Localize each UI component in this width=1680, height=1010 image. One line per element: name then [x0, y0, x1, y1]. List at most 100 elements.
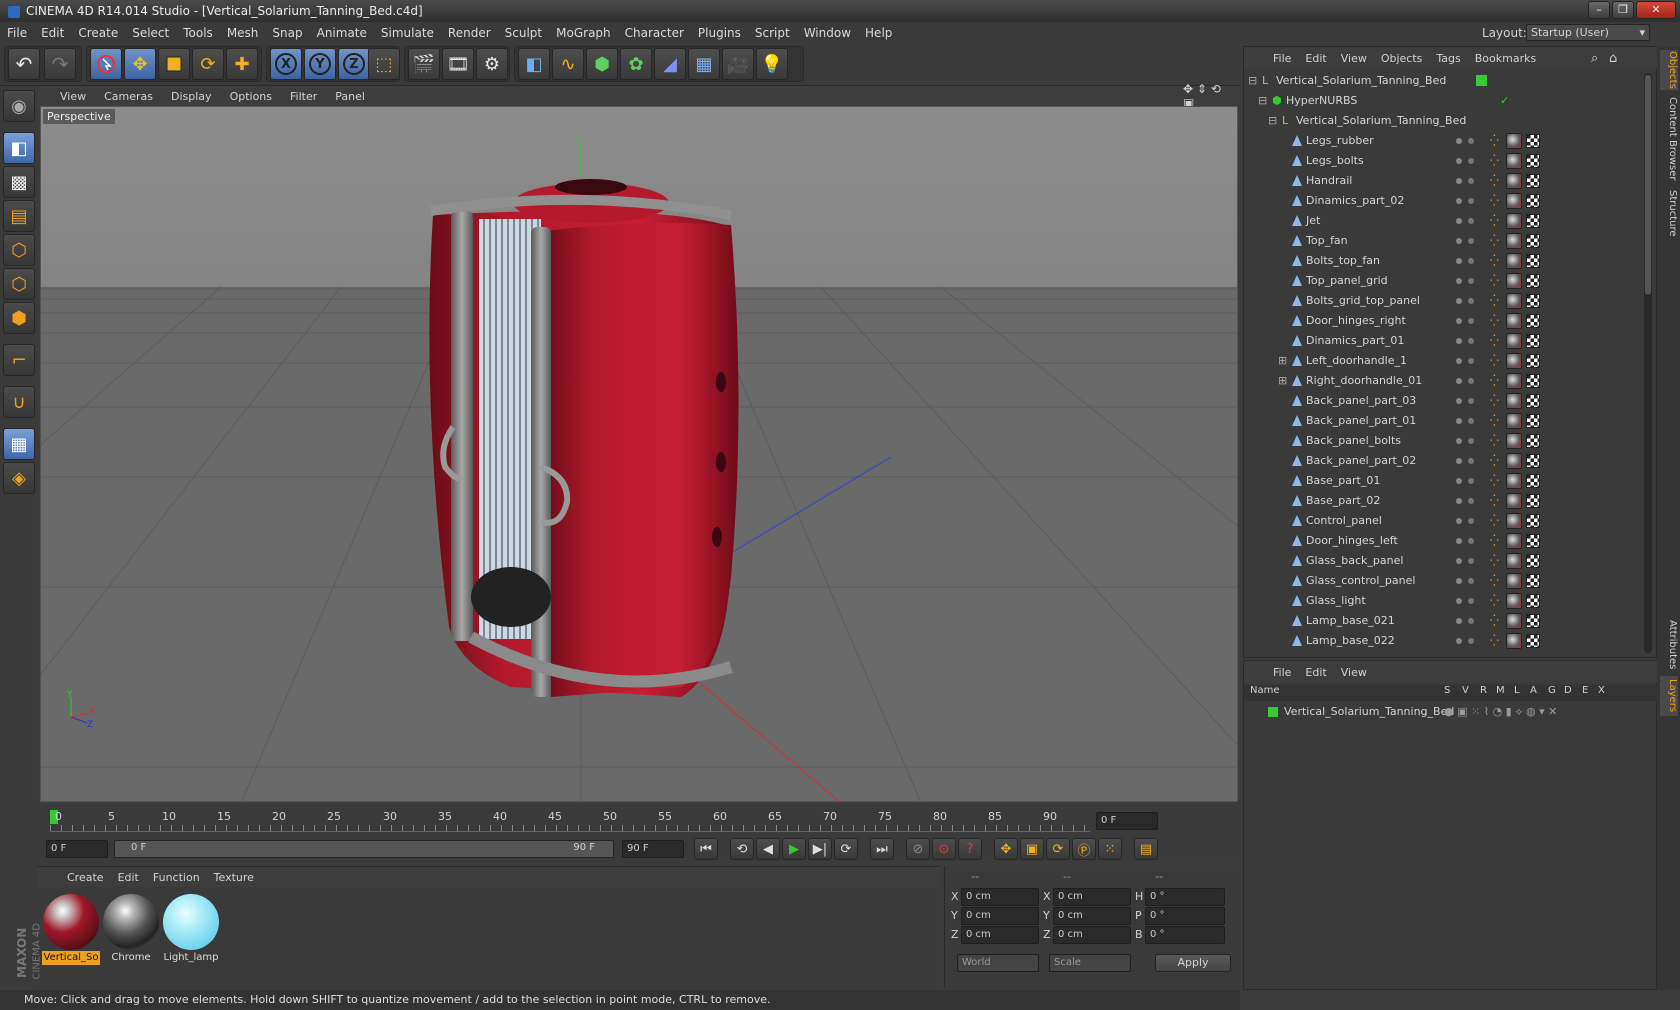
- position-y-field[interactable]: 0 cm: [961, 907, 1039, 925]
- menu-render[interactable]: Render: [441, 26, 498, 40]
- editor-visibility-dot[interactable]: [1456, 478, 1462, 484]
- position-x-field[interactable]: 0 cm: [961, 888, 1039, 906]
- objects-menu-tags[interactable]: Tags: [1429, 52, 1467, 65]
- editor-visibility-dot[interactable]: [1456, 158, 1462, 164]
- render-visibility-dot[interactable]: [1468, 338, 1474, 344]
- tree-row-object[interactable]: Legs_bolts ⁛: [1244, 151, 1644, 171]
- objects-menu-bookmarks[interactable]: Bookmarks: [1468, 52, 1543, 65]
- render-visibility-dot[interactable]: [1468, 358, 1474, 364]
- light-icon[interactable]: 💡: [756, 48, 788, 80]
- uvw-tag-icon[interactable]: [1526, 134, 1540, 148]
- previous-key-icon[interactable]: ⟲: [730, 838, 754, 860]
- phong-tag-icon[interactable]: ⁛: [1490, 291, 1499, 311]
- phong-tag-icon[interactable]: ⁛: [1490, 391, 1499, 411]
- menu-animate[interactable]: Animate: [310, 26, 374, 40]
- col-x[interactable]: X: [1598, 685, 1605, 696]
- uvw-tag-icon[interactable]: [1526, 294, 1540, 308]
- material-tag-icon[interactable]: [1506, 633, 1522, 649]
- array-icon[interactable]: ✿: [620, 48, 652, 80]
- material-tag-icon[interactable]: [1506, 273, 1522, 289]
- autokey-icon[interactable]: ⊙: [932, 838, 956, 860]
- tree-row-object[interactable]: Glass_control_panel ⁛: [1244, 571, 1644, 591]
- expand-icon[interactable]: ⊞: [1278, 371, 1287, 391]
- uvw-tag-icon[interactable]: [1526, 454, 1540, 468]
- material-tag-icon[interactable]: [1506, 313, 1522, 329]
- render-visibility-dot[interactable]: [1468, 318, 1474, 324]
- tree-row-object[interactable]: Lamp_base_022 ⁛: [1244, 631, 1644, 651]
- editor-visibility-dot[interactable]: [1456, 238, 1462, 244]
- y-axis-lock-button[interactable]: Y: [304, 48, 336, 80]
- apply-button[interactable]: Apply: [1155, 954, 1231, 972]
- editor-visibility-dot[interactable]: [1456, 538, 1462, 544]
- undo-icon[interactable]: ↶: [8, 48, 40, 80]
- live-selection-icon[interactable]: [90, 48, 122, 80]
- material-tag-icon[interactable]: [1506, 213, 1522, 229]
- tree-row-object[interactable]: Jet ⁛: [1244, 211, 1644, 231]
- z-axis-lock-button[interactable]: Z: [338, 48, 370, 80]
- tree-row-object[interactable]: Handrail ⁛: [1244, 171, 1644, 191]
- render-visibility-dot[interactable]: [1468, 498, 1474, 504]
- uvw-tag-icon[interactable]: [1526, 394, 1540, 408]
- editor-visibility-dot[interactable]: [1456, 338, 1462, 344]
- object-scrollbar[interactable]: [1644, 73, 1652, 653]
- material-tag-icon[interactable]: [1506, 533, 1522, 549]
- phong-tag-icon[interactable]: ⁛: [1490, 591, 1499, 611]
- layers-menu-file[interactable]: File: [1266, 666, 1298, 679]
- render-visibility-dot[interactable]: [1468, 518, 1474, 524]
- current-frame-field[interactable]: 0 F: [1096, 812, 1158, 830]
- range-slider[interactable]: 0 F 90 F: [114, 840, 614, 858]
- viewport-menu-display[interactable]: Display: [162, 90, 221, 103]
- material-tag-icon[interactable]: [1506, 333, 1522, 349]
- menu-help[interactable]: Help: [858, 26, 899, 40]
- material-tag-icon[interactable]: [1506, 593, 1522, 609]
- menu-script[interactable]: Script: [748, 26, 797, 40]
- menu-sculpt[interactable]: Sculpt: [498, 26, 549, 40]
- next-key-icon[interactable]: ⟳: [834, 838, 858, 860]
- render-visibility-dot[interactable]: [1468, 558, 1474, 564]
- material-tag-icon[interactable]: [1506, 373, 1522, 389]
- material-tag-icon[interactable]: [1506, 153, 1522, 169]
- uvw-tag-icon[interactable]: [1526, 534, 1540, 548]
- tree-row-object[interactable]: Door_hinges_left ⁛: [1244, 531, 1644, 551]
- viewport-menu-view[interactable]: View: [38, 90, 95, 103]
- previous-frame-icon[interactable]: ◀: [756, 838, 780, 860]
- layer-row[interactable]: Vertical_Solarium_Tanning_Bed ● ▣ ⁙ ⌇ ◔ …: [1244, 703, 1658, 721]
- col-r[interactable]: R: [1480, 685, 1487, 696]
- layout-select[interactable]: Startup (User) ▾: [1526, 24, 1650, 41]
- layers-menu-view[interactable]: View: [1334, 666, 1374, 679]
- texture-mode-icon[interactable]: ▩: [3, 166, 35, 198]
- material-tag-icon[interactable]: [1506, 513, 1522, 529]
- editor-visibility-dot[interactable]: [1456, 578, 1462, 584]
- render-visibility-dot[interactable]: [1468, 178, 1474, 184]
- editor-visibility-dot[interactable]: [1456, 398, 1462, 404]
- tree-row-object[interactable]: Top_fan ⁛: [1244, 231, 1644, 251]
- viewport-menu-panel[interactable]: Panel: [326, 90, 374, 103]
- editor-visibility-dot[interactable]: [1456, 218, 1462, 224]
- key-pla-icon[interactable]: ⁙: [1098, 838, 1122, 860]
- layers-menu-edit[interactable]: Edit: [1298, 666, 1333, 679]
- render-picture-viewer-icon[interactable]: 🎞: [442, 48, 474, 80]
- uvw-tag-icon[interactable]: [1526, 494, 1540, 508]
- menu-edit[interactable]: Edit: [34, 26, 71, 40]
- object-scrollbar-thumb[interactable]: [1645, 75, 1651, 295]
- minimize-button[interactable]: –: [1588, 1, 1610, 19]
- expand-icon[interactable]: ⊞: [1278, 351, 1287, 371]
- size-z-field[interactable]: 0 cm: [1053, 926, 1131, 944]
- render-visibility-dot[interactable]: [1468, 638, 1474, 644]
- editor-visibility-dot[interactable]: [1456, 318, 1462, 324]
- material-tag-icon[interactable]: [1506, 613, 1522, 629]
- phong-tag-icon[interactable]: ⁛: [1490, 451, 1499, 471]
- timeline[interactable]: 0 5 10 15 20 25 30 35 40 45 50 55 60 65 …: [38, 806, 1240, 836]
- phong-tag-icon[interactable]: ⁛: [1490, 151, 1499, 171]
- menu-character[interactable]: Character: [618, 26, 691, 40]
- viewport-menu-filter[interactable]: Filter: [281, 90, 326, 103]
- key-scale-icon[interactable]: ▣: [1020, 838, 1044, 860]
- play-icon[interactable]: ▶: [782, 838, 806, 860]
- col-v[interactable]: V: [1462, 685, 1469, 696]
- phong-tag-icon[interactable]: ⁛: [1490, 171, 1499, 191]
- expand-icon[interactable]: ⊟: [1248, 71, 1257, 91]
- quantize-icon[interactable]: ◈: [3, 462, 35, 494]
- edges-mode-icon[interactable]: ⬡: [3, 268, 35, 300]
- render-visibility-dot[interactable]: [1468, 378, 1474, 384]
- uvw-tag-icon[interactable]: [1526, 194, 1540, 208]
